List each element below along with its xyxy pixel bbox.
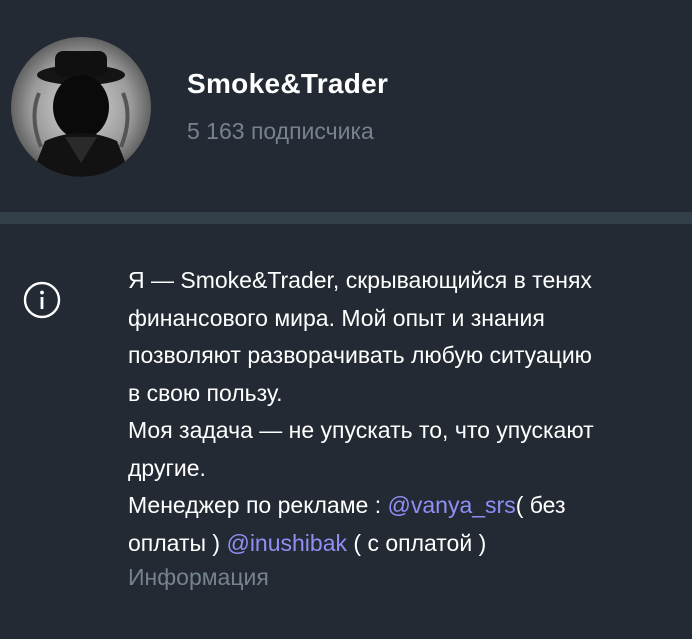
ads-manager-label: Менеджер по рекламе : [128,492,388,518]
ads-terms-text: оплаты ) [128,529,227,556]
description-line: в свою пользу. [128,379,283,406]
section-divider [0,212,692,224]
channel-description: Я — Smoke&Trader, скрывающийся в тенях ф… [128,262,688,562]
channel-title: Smoke&Trader [187,68,389,99]
subscriber-count: 5 163 подписчика [187,118,374,144]
ads-terms-text: ( с оплатой ) [347,529,487,556]
description-line: финансового мира. Мой опыт и знания [128,304,545,331]
channel-avatar[interactable] [11,37,151,177]
mention-link-vanya[interactable]: @vanya_srs [388,492,516,518]
mention-link-inushibak[interactable]: @inushibak [226,530,347,556]
ads-manager-line-2: оплаты ) @inushibak ( с оплатой ) [128,525,688,563]
description-line: Моя задача — не упускать то, что упускаю… [128,417,594,443]
description-line: позволяют разворачивать любую ситуацию [128,342,592,368]
ads-terms-text: ( без [515,492,566,518]
description-line: Я — Smoke&Trader, скрывающийся в тенях [128,267,592,293]
info-caption: Информация [128,564,269,590]
description-line: другие. [128,454,206,481]
ads-manager-line: Менеджер по рекламе : @vanya_srs( без [128,487,688,525]
info-icon [23,281,61,319]
channel-info-section: Я — Smoke&Trader, скрывающийся в тенях ф… [0,224,692,639]
channel-header: Smoke&Trader 5 163 подписчика [0,0,692,212]
avatar-image [11,37,151,177]
